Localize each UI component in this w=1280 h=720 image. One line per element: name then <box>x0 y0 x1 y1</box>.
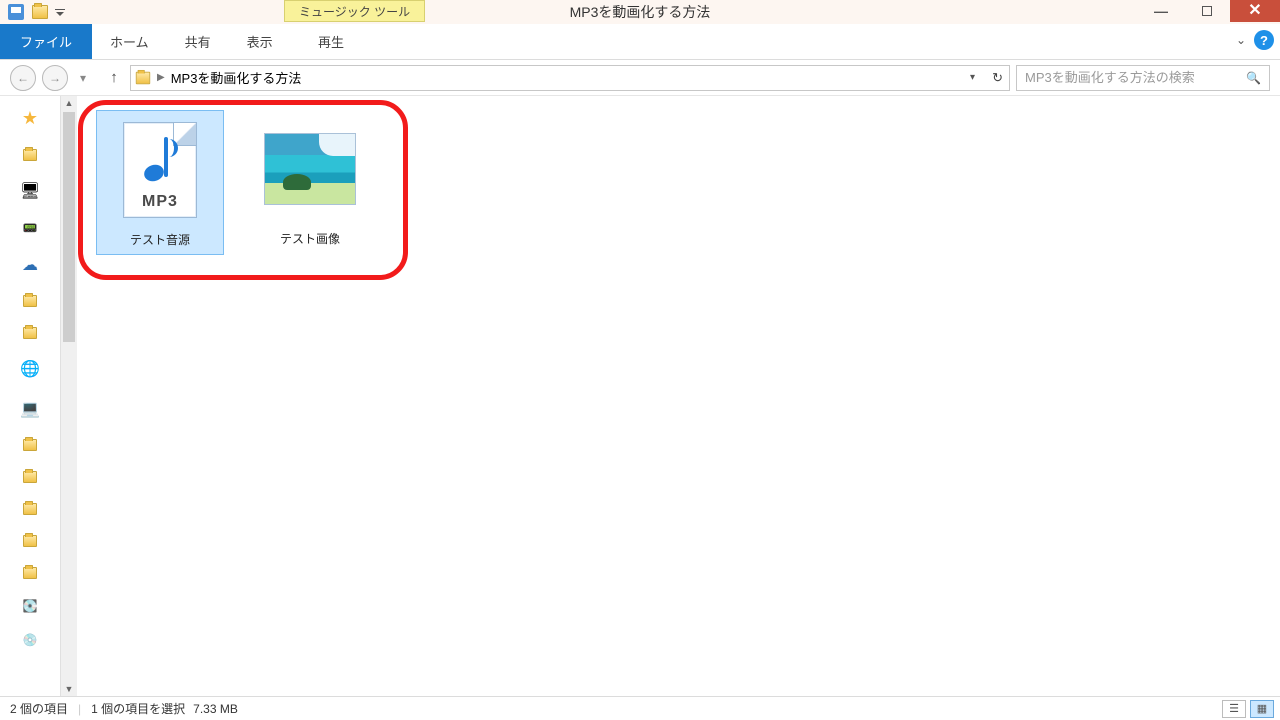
tab-play[interactable]: 再生 <box>300 24 362 59</box>
qat-dropdown-icon[interactable] <box>52 0 68 24</box>
scrollbar-thumb[interactable] <box>63 112 75 342</box>
file-item-mp3[interactable]: MP3 テスト音源 <box>96 110 224 255</box>
history-dropdown-icon[interactable]: ▾ <box>74 65 92 91</box>
file-thumbnail: MP3 <box>114 115 206 225</box>
tab-home[interactable]: ホーム <box>92 24 167 59</box>
sidebar-folder-icon-3[interactable] <box>23 327 37 339</box>
search-input[interactable] <box>1025 70 1261 85</box>
breadcrumb-segment[interactable]: MP3を動画化する方法 <box>171 68 302 87</box>
tab-share[interactable]: 共有 <box>167 24 229 59</box>
address-dropdown-icon[interactable]: ▾ <box>970 72 975 83</box>
search-box[interactable]: 🔍 <box>1016 65 1270 91</box>
tab-file[interactable]: ファイル <box>0 24 92 59</box>
search-icon[interactable]: 🔍 <box>1246 71 1261 85</box>
context-tab-label: ミュージック ツール <box>284 0 425 22</box>
sidebar-computer-icon[interactable]: 💻 <box>20 399 40 419</box>
sidebar-folder-icon-6[interactable] <box>23 503 37 515</box>
tab-view[interactable]: 表示 <box>229 24 291 59</box>
file-label: テスト画像 <box>280 230 340 247</box>
status-bar: 2 個の項目 | 1 個の項目を選択 7.33 MB ☰ ▦ <box>0 696 1280 720</box>
ribbon: ファイル ホーム 共有 表示 再生 ⌄ ? <box>0 24 1280 60</box>
file-thumbnail <box>264 114 356 224</box>
quick-access-toolbar <box>0 0 68 24</box>
minimize-button[interactable]: — <box>1138 0 1184 22</box>
status-selection: 1 個の項目を選択 <box>91 700 185 717</box>
main-area: ★ 🖥 📟 ☁ 🌐 💻 💽 💿 ▲ ▼ <box>0 96 1280 696</box>
file-label: テスト音源 <box>130 231 190 248</box>
refresh-button[interactable]: ↻ <box>992 70 1003 86</box>
sidebar-drive-icon[interactable]: 💽 <box>23 599 38 613</box>
file-item-image[interactable]: テスト画像 <box>246 110 374 255</box>
scroll-down-icon[interactable]: ▼ <box>61 684 77 694</box>
back-button[interactable]: ← <box>10 65 36 91</box>
help-icon[interactable]: ? <box>1254 30 1274 50</box>
sidebar-folder-icon-2[interactable] <box>23 295 37 307</box>
favorites-icon[interactable]: ★ <box>22 108 38 129</box>
forward-button[interactable]: → <box>42 65 68 91</box>
qat-save-icon[interactable] <box>4 0 28 24</box>
sidebar-folder-icon-7[interactable] <box>23 535 37 547</box>
sidebar-device-icon[interactable]: 📟 <box>23 221 38 235</box>
mp3-file-icon: MP3 <box>123 122 197 218</box>
image-file-icon <box>264 133 356 205</box>
status-separator: | <box>78 702 81 716</box>
up-button[interactable]: ↑ <box>104 68 124 88</box>
mp3-badge-text: MP3 <box>124 193 196 211</box>
sidebar-pc-icon[interactable]: 🖥 <box>20 181 40 201</box>
status-item-count: 2 個の項目 <box>10 700 68 717</box>
maximize-button[interactable] <box>1184 0 1230 22</box>
sidebar-disc-icon[interactable]: 💿 <box>23 633 38 647</box>
sidebar-folder-icon-8[interactable] <box>23 567 37 579</box>
view-details-button[interactable]: ☰ <box>1222 700 1246 718</box>
sidebar-folder-icon-4[interactable] <box>23 439 37 451</box>
scroll-up-icon[interactable]: ▲ <box>61 98 77 108</box>
address-bar[interactable]: ▶ MP3を動画化する方法 ▾ ↻ <box>130 65 1010 91</box>
content-pane[interactable]: MP3 テスト音源 テスト画像 <box>78 96 1280 696</box>
title-bar: ミュージック ツール MP3を動画化する方法 — ✕ <box>0 0 1280 24</box>
view-icons-button[interactable]: ▦ <box>1250 700 1274 718</box>
qat-folder-icon[interactable] <box>28 0 52 24</box>
close-button[interactable]: ✕ <box>1230 0 1280 22</box>
sidebar-onedrive-icon[interactable]: ☁ <box>22 255 38 275</box>
address-folder-icon <box>136 71 150 84</box>
sidebar-folder-icon-5[interactable] <box>23 471 37 483</box>
ribbon-collapse-icon[interactable]: ⌄ <box>1236 33 1246 47</box>
navigation-bar: ← → ▾ ↑ ▶ MP3を動画化する方法 ▾ ↻ 🔍 <box>0 60 1280 96</box>
sidebar-network-icon[interactable]: 🌐 <box>20 359 40 379</box>
window-controls: — ✕ <box>1138 0 1280 22</box>
breadcrumb-separator-icon: ▶ <box>157 72 165 83</box>
status-size: 7.33 MB <box>193 702 238 716</box>
window-title: MP3を動画化する方法 <box>570 2 711 22</box>
navigation-pane: ★ 🖥 📟 ☁ 🌐 💻 💽 💿 ▲ ▼ <box>0 96 78 696</box>
sidebar-folder-icon[interactable] <box>23 149 37 161</box>
sidebar-scrollbar[interactable]: ▲ ▼ <box>60 96 77 696</box>
